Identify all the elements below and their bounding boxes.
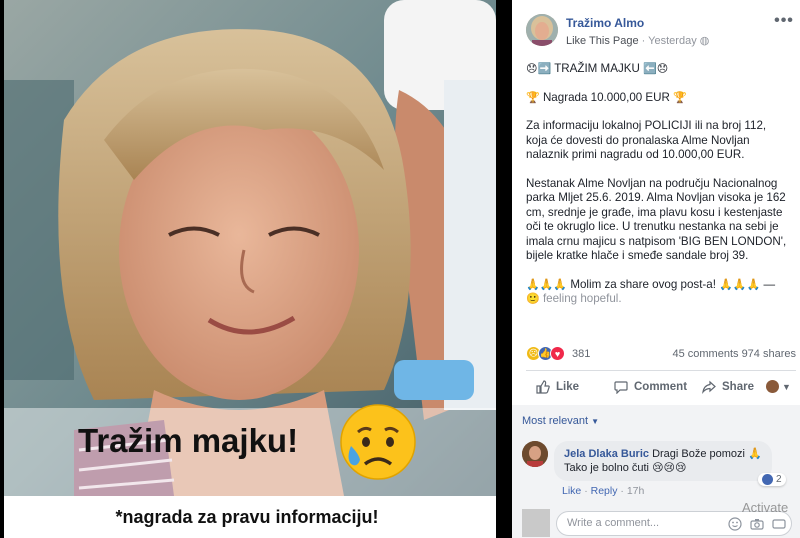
page-avatar[interactable]: [526, 14, 558, 46]
photo-viewer: Tražim majku! *nagrada za pravu informac…: [0, 0, 512, 538]
more-options-icon[interactable]: •••: [772, 13, 796, 34]
photo-headline: Tražim majku!: [78, 422, 299, 459]
share-request: Molim za share ovog post-a!: [570, 277, 716, 291]
emoji-icon[interactable]: [728, 517, 742, 531]
chevron-down-icon: ▼: [782, 381, 791, 392]
like-reaction-icon: [762, 474, 773, 485]
avatar[interactable]: [522, 441, 548, 467]
share-button[interactable]: Share: [702, 380, 754, 394]
photo-caption: *nagrada za pravu informaciju!: [115, 506, 379, 527]
reward-text: Nagrada 10.000,00 EUR: [542, 90, 670, 104]
share-button-label: Share: [722, 381, 754, 393]
reactions-summary: ☹ 👍 ♥ 381 45 comments 974 shares: [526, 346, 796, 364]
comment-sort[interactable]: Most relevant ▼: [522, 415, 599, 427]
post-header: Tražimo Almo Like This Page · Yesterday …: [526, 13, 796, 48]
post-paragraph-2: Nestanak Alme Novljan na području Nacion…: [526, 176, 787, 263]
comments-count[interactable]: 45 comments: [672, 348, 738, 360]
page-name[interactable]: Tražimo Almo: [566, 16, 644, 30]
sad-face-icon: 😢😢😢: [652, 461, 687, 474]
comment-item: Jela Dlaka Buric Dragi Bože pomozi 🙏 Tak…: [522, 441, 792, 501]
comment-text-line-2: Tako je bolno čuti: [564, 462, 649, 474]
thumbs-up-icon: [536, 380, 550, 394]
composer-icons: [728, 517, 786, 531]
post-line-2: 🏆 Nagrada 10.000,00 EUR 🏆: [526, 91, 788, 106]
reaction-count[interactable]: 381: [572, 348, 590, 360]
post-meta: Like This Page · Yesterday ◍: [566, 34, 709, 47]
audience-selector[interactable]: ▼: [766, 380, 791, 393]
photo-caption-bar: *nagrada za pravu informaciju!: [4, 496, 496, 538]
arrow-left-icon: ⬅️😞: [643, 62, 669, 75]
shares-count[interactable]: 974 shares: [742, 348, 796, 360]
post-time[interactable]: Yesterday: [648, 35, 697, 47]
post-panel: Tražimo Almo Like This Page · Yesterday …: [512, 0, 800, 538]
post-line-share: 🙏🙏🙏 Molim za share ovog post-a! 🙏🙏🙏 — 🙂 …: [526, 277, 776, 306]
post-text: 😞➡️ TRAŽIM MAJKU ⬅️😞 🏆 Nagrada 10.000,00…: [526, 62, 788, 321]
post-title: TRAŽIM MAJKU: [554, 62, 640, 75]
trophy-icon: 🏆: [526, 90, 540, 104]
pray-icon: 🙏🙏🙏: [719, 277, 761, 291]
comment-sort-label: Most relevant: [522, 415, 589, 427]
comment-reply-link[interactable]: Reply: [591, 485, 618, 497]
sad-face-icon: [340, 404, 416, 480]
pray-icon: 🙏🙏🙏: [526, 277, 568, 291]
like-button[interactable]: Like: [536, 380, 579, 394]
comment-actions: Like · Reply · 17h: [562, 485, 644, 497]
trophy-icon: 🏆: [673, 90, 687, 104]
post-paragraph-1: Za informaciju lokalnoj POLICIJI ili na …: [526, 119, 767, 161]
like-page-link[interactable]: Like This Page: [566, 35, 639, 47]
share-icon: [702, 380, 716, 394]
post-counts: 45 comments 974 shares: [672, 348, 796, 360]
chevron-down-icon: ▼: [591, 417, 600, 426]
comment-button[interactable]: Comment: [614, 380, 687, 394]
sad-emoji-icon: 😞➡️: [526, 62, 552, 75]
globe-icon: ◍: [699, 35, 710, 47]
camera-icon[interactable]: [750, 517, 764, 531]
comment-text-line-1: Dragi Bože pomozi: [652, 448, 745, 460]
comment-like-link[interactable]: Like: [562, 485, 581, 497]
comment-like-number: 2: [776, 474, 782, 485]
feeling-text: feeling hopeful.: [542, 292, 622, 305]
comments-section: Most relevant ▼ Jela Dlaka Buric Dragi B…: [512, 405, 800, 538]
reaction-icons[interactable]: ☹ 👍 ♥: [526, 346, 565, 362]
comment-like-count[interactable]: 2: [758, 473, 786, 486]
feeling-icon: 🙂: [526, 292, 540, 305]
avatar: [522, 509, 550, 537]
comment-time[interactable]: 17h: [627, 485, 645, 497]
like-button-label: Like: [556, 381, 580, 393]
post-actions: Like Comment Share ▼: [526, 376, 796, 400]
commenter-name[interactable]: Jela Dlaka Buric: [564, 448, 649, 460]
user-avatar-icon: [766, 380, 779, 393]
love-reaction-icon: ♥: [550, 346, 565, 361]
pray-icon: 🙏: [748, 447, 762, 460]
comment-bubble: Jela Dlaka Buric Dragi Bože pomozi 🙏 Tak…: [554, 441, 772, 481]
gif-icon[interactable]: [772, 517, 786, 531]
comment-button-label: Comment: [634, 381, 688, 393]
divider: [526, 370, 796, 371]
comment-icon: [614, 381, 628, 394]
activate-windows-watermark: Activate: [742, 500, 789, 515]
post-line-1: 😞➡️ TRAŽIM MAJKU ⬅️😞: [526, 62, 788, 77]
